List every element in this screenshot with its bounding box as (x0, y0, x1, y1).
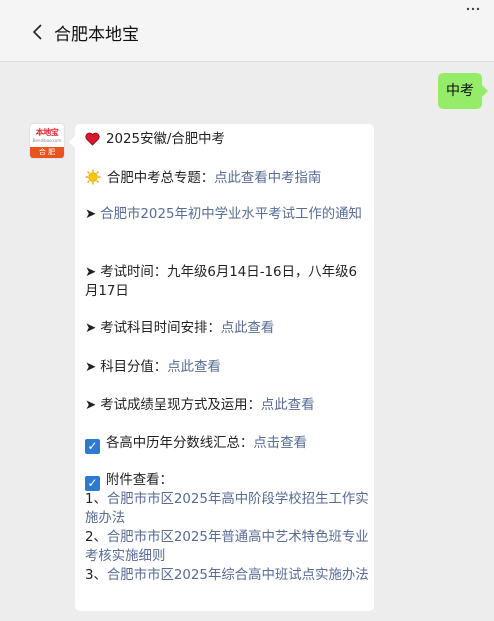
attachment-item: 2、合肥市市区2025年普通高中艺术特色班专业考核实施细则 (85, 529, 370, 566)
results-line: ➤ 考试成绩呈现方式及运用：点此查看 (85, 397, 370, 416)
top-bar: 合肥本地宝 (0, 0, 494, 62)
topic-label: 合肥中考总专题： (107, 171, 215, 186)
schedule-label: 考试科目时间安排： (100, 321, 221, 336)
arrow-icon: ➤ (85, 321, 97, 336)
attachment-index: 3、 (85, 568, 107, 583)
attachment-link[interactable]: 合肥市市区2025年普通高中艺术特色班专业考核实施细则 (85, 530, 369, 564)
reply-message-bubble: 2025安徽/合肥中考 合肥中考总专题：点此查看中考指南 ➤ 合肥市2025年初中… (69, 124, 374, 611)
chat-title: 合肥本地宝 (54, 25, 139, 45)
sun-icon (85, 169, 101, 185)
exam-time-text: 考试时间：九年级6月14日-16日，八年级6月17日 (85, 265, 358, 299)
more-dots-icon[interactable] (466, 6, 480, 12)
scores-label: 科目分值： (100, 360, 168, 375)
arrow-icon: ➤ (85, 398, 97, 413)
attachments-heading: ✓ 附件查看： (85, 472, 370, 491)
schedule-line: ➤ 考试科目时间安排：点此查看 (85, 320, 370, 339)
attachment-index: 1、 (85, 492, 107, 507)
attachments-label: 附件查看： (106, 473, 173, 488)
reply-title-line: 2025安徽/合肥中考 (85, 131, 370, 150)
reply-title: 2025安徽/合肥中考 (106, 132, 225, 147)
attachment-link[interactable]: 合肥市市区2025年高中阶段学校招生工作实施办法 (85, 492, 369, 526)
arrow-icon: ➤ (85, 207, 97, 222)
topic-line: 合肥中考总专题：点此查看中考指南 (85, 169, 370, 189)
arrow-icon: ➤ (85, 265, 97, 280)
checkbox-icon: ✓ (85, 476, 100, 491)
avatar[interactable]: 本地宝 Bendibao.com 合 肥 (30, 124, 64, 158)
attachment-link[interactable]: 合肥市市区2025年综合高中班试点实施办法 (107, 568, 369, 583)
notice-line: ➤ 合肥市2025年初中学业水平考试工作的通知 (85, 206, 370, 225)
topic-link[interactable]: 点此查看中考指南 (214, 171, 321, 186)
attachment-item: 1、合肥市市区2025年高中阶段学校招生工作实施办法 (85, 491, 370, 528)
results-label: 考试成绩呈现方式及运用： (100, 398, 261, 413)
arrow-icon: ➤ (85, 360, 97, 375)
scores-link[interactable]: 点此查看 (167, 360, 221, 375)
notice-link[interactable]: 合肥市2025年初中学业水平考试工作的通知 (100, 207, 362, 222)
results-link[interactable]: 点此查看 (261, 398, 315, 413)
heart-icon (85, 132, 100, 146)
schedule-link[interactable]: 点此查看 (221, 321, 275, 336)
logo-subtext: Bendibao.com (32, 138, 62, 143)
attachment-index: 2、 (85, 530, 107, 545)
cutoff-label: 各高中历年分数线汇总： (106, 436, 254, 451)
chevron-left-icon[interactable] (30, 22, 48, 42)
checkbox-icon: ✓ (85, 439, 100, 454)
logo-city: 合 肥 (30, 147, 64, 158)
exam-time-line: ➤ 考试时间：九年级6月14日-16日，八年级6月17日 (85, 264, 370, 301)
cutoff-link[interactable]: 点击查看 (253, 436, 307, 451)
scores-line: ➤ 科目分值：点此查看 (85, 359, 370, 378)
logo-text: 本地宝 (35, 128, 59, 137)
sent-message-bubble[interactable]: 中考 (438, 73, 488, 109)
attachment-item: 3、合肥市市区2025年综合高中班试点实施办法 (85, 567, 370, 586)
cutoff-line: ✓ 各高中历年分数线汇总：点击查看 (85, 435, 370, 454)
